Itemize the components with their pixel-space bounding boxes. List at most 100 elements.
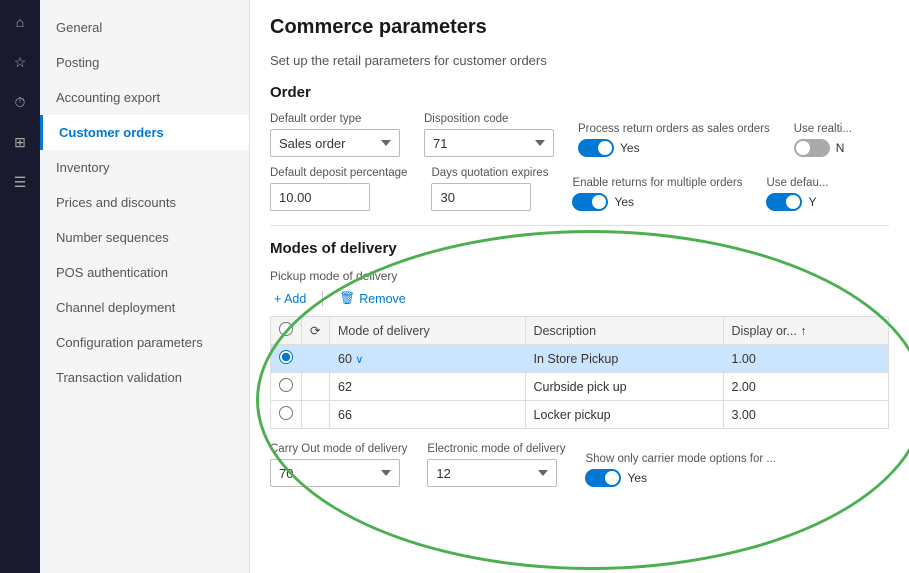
sidebar-item-pos-authentication[interactable]: POS authentication [40, 255, 249, 290]
process-return-orders-toggle-row: Yes [578, 139, 770, 157]
row-description-3: Locker pickup [525, 401, 723, 429]
sidebar-item-number-sequences[interactable]: Number sequences [40, 220, 249, 255]
row-radio-cell-3 [271, 401, 302, 429]
use-default-group: Use defau... Y [766, 177, 828, 211]
star-icon[interactable]: ☆ [6, 48, 34, 76]
pickup-mode-label: Pickup mode of delivery [270, 269, 889, 283]
show-only-carrier-group: Show only carrier mode options for ... Y… [585, 453, 775, 487]
section-divider [270, 225, 889, 226]
process-return-orders-value: Yes [620, 141, 640, 155]
remove-icon: 🗑 [339, 291, 355, 306]
row-radio-2[interactable] [279, 378, 293, 392]
default-order-type-label: Default order type [270, 113, 400, 125]
sidebar-item-transaction-validation[interactable]: Transaction validation [40, 360, 249, 395]
days-quotation-expires-input[interactable]: 30 [431, 183, 531, 211]
sidebar-item-customer-orders[interactable]: Customer orders [40, 115, 249, 150]
carry-out-mode-select[interactable]: 70 [270, 459, 400, 487]
disposition-code-select[interactable]: 71 [424, 129, 554, 157]
home-icon[interactable]: ⌂ [6, 8, 34, 36]
enable-returns-toggle-row: Yes [572, 193, 742, 211]
carry-out-mode-group: Carry Out mode of delivery 70 [270, 443, 407, 487]
icon-bar: ⌂ ☆ ⏱ ⊞ ☰ [0, 0, 40, 573]
modes-of-delivery-section: Modes of delivery Pickup mode of deliver… [270, 240, 889, 487]
row-refresh-cell-1 [302, 345, 330, 373]
show-only-carrier-label: Show only carrier mode options for ... [585, 453, 775, 465]
default-order-type-select[interactable]: Sales order [270, 129, 400, 157]
sidebar: General Posting Accounting export Custom… [40, 0, 250, 573]
electronic-mode-label: Electronic mode of delivery [427, 443, 565, 455]
row-radio-cell [271, 345, 302, 373]
section-subtitle: Set up the retail parameters for custome… [270, 53, 889, 68]
show-only-carrier-toggle[interactable] [585, 469, 621, 487]
sidebar-item-channel-deployment[interactable]: Channel deployment [40, 290, 249, 325]
enable-returns-group: Enable returns for multiple orders Yes [572, 177, 742, 211]
col-header-description: Description [525, 317, 723, 345]
use-realtime-toggle[interactable] [794, 139, 830, 157]
days-quotation-expires-label: Days quotation expires [431, 167, 548, 179]
sidebar-item-configuration-parameters[interactable]: Configuration parameters [40, 325, 249, 360]
default-deposit-percentage-input[interactable]: 10.00 [270, 183, 370, 211]
table-row[interactable]: 60 ∨ In Store Pickup 1.00 [271, 345, 889, 373]
toolbar-separator [322, 291, 323, 307]
sidebar-item-accounting-export[interactable]: Accounting export [40, 80, 249, 115]
row-display-order-2: 2.00 [723, 373, 889, 401]
page-title: Commerce parameters [270, 16, 889, 39]
use-default-toggle-row: Y [766, 193, 828, 211]
use-realtime-label: Use realti... [794, 123, 852, 135]
table-row[interactable]: 62 Curbside pick up 2.00 [271, 373, 889, 401]
process-return-orders-label: Process return orders as sales orders [578, 123, 770, 135]
order-heading: Order [270, 84, 889, 101]
electronic-mode-group: Electronic mode of delivery 12 [427, 443, 565, 487]
disposition-code-group: Disposition code 71 [424, 113, 554, 157]
electronic-mode-select[interactable]: 12 [427, 459, 557, 487]
days-quotation-expires-group: Days quotation expires 30 [431, 167, 548, 211]
default-order-type-group: Default order type Sales order [270, 113, 400, 157]
use-default-label: Use defau... [766, 177, 828, 189]
enable-returns-toggle[interactable] [572, 193, 608, 211]
row-mode-1: 60 ∨ [330, 345, 526, 373]
enable-returns-label: Enable returns for multiple orders [572, 177, 742, 189]
disposition-code-label: Disposition code [424, 113, 554, 125]
list-icon[interactable]: ☰ [6, 168, 34, 196]
col-header-refresh: ⟳ [302, 317, 330, 345]
row-refresh-cell-3 [302, 401, 330, 429]
header-radio[interactable] [279, 322, 293, 336]
row-radio-3[interactable] [279, 406, 293, 420]
row-display-order-3: 3.00 [723, 401, 889, 429]
row-description-2: Curbside pick up [525, 373, 723, 401]
row-description-1: In Store Pickup [525, 345, 723, 373]
use-default-toggle[interactable] [766, 193, 802, 211]
show-only-carrier-toggle-row: Yes [585, 469, 775, 487]
sidebar-item-general[interactable]: General [40, 10, 249, 45]
sidebar-item-prices-and-discounts[interactable]: Prices and discounts [40, 185, 249, 220]
row-mode-2: 62 [330, 373, 526, 401]
enable-returns-value: Yes [614, 195, 634, 209]
add-button[interactable]: + Add [270, 290, 310, 308]
order-section: Order Default order type Sales order Dis… [270, 84, 889, 211]
row-radio-1[interactable] [279, 350, 293, 364]
show-only-carrier-value: Yes [627, 471, 647, 485]
grid-icon[interactable]: ⊞ [6, 128, 34, 156]
modes-heading: Modes of delivery [270, 240, 889, 257]
table-row[interactable]: 66 Locker pickup 3.00 [271, 401, 889, 429]
clock-icon[interactable]: ⏱ [6, 88, 34, 116]
row-radio-cell-2 [271, 373, 302, 401]
order-fields-row-2: Default deposit percentage 10.00 Days qu… [270, 167, 889, 211]
sidebar-item-posting[interactable]: Posting [40, 45, 249, 80]
carry-out-mode-label: Carry Out mode of delivery [270, 443, 407, 455]
use-realtime-group: Use realti... N [794, 123, 852, 157]
row-mode-3: 66 [330, 401, 526, 429]
sidebar-item-inventory[interactable]: Inventory [40, 150, 249, 185]
default-deposit-percentage-group: Default deposit percentage 10.00 [270, 167, 407, 211]
use-default-value: Y [808, 195, 816, 209]
col-header-display-order: Display or... ↑ [723, 317, 889, 345]
main-content: Commerce parameters Set up the retail pa… [250, 0, 909, 573]
bottom-fields: Carry Out mode of delivery 70 Electronic… [270, 443, 889, 487]
process-return-orders-toggle[interactable] [578, 139, 614, 157]
col-header-radio [271, 317, 302, 345]
row-display-order-1: 1.00 [723, 345, 889, 373]
use-realtime-toggle-row: N [794, 139, 852, 157]
table-header-row: ⟳ Mode of delivery Description Display o… [271, 317, 889, 345]
remove-button[interactable]: 🗑 Remove [335, 289, 409, 308]
default-deposit-percentage-label: Default deposit percentage [270, 167, 407, 179]
